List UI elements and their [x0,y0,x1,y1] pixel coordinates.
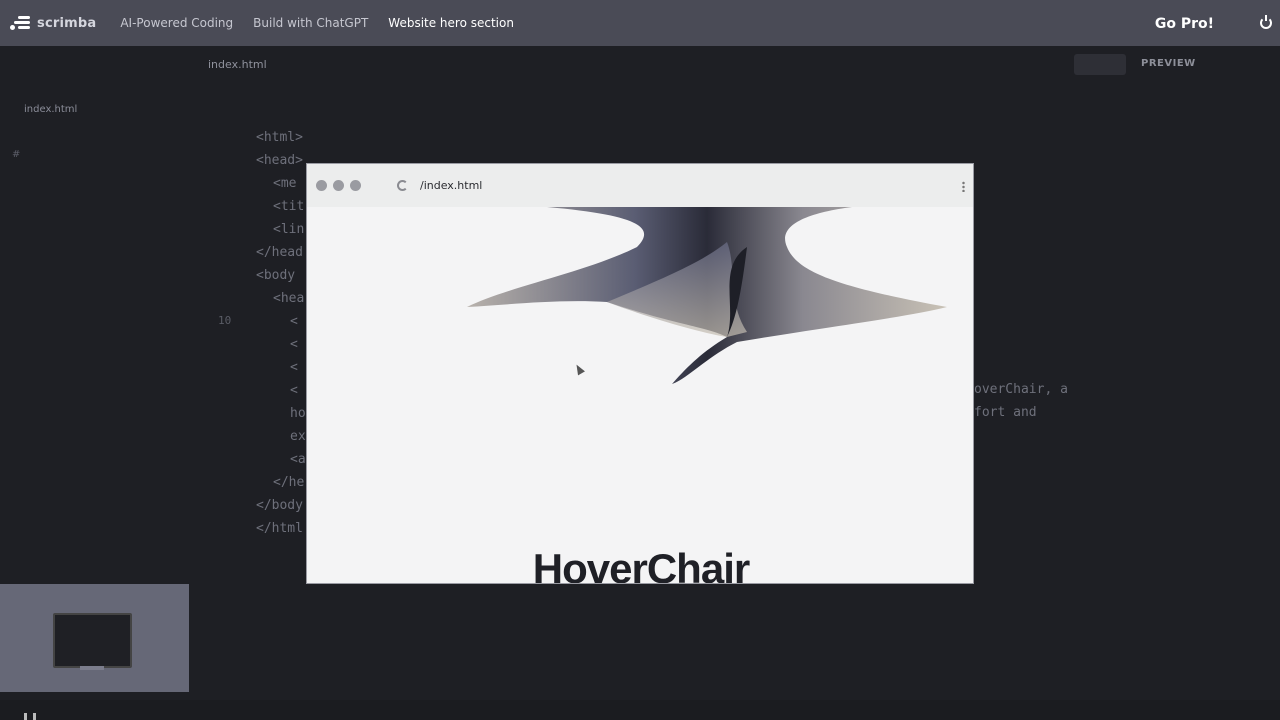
hash-label: # [12,149,21,160]
code-line: </head [256,245,303,260]
bottom-toolbar [0,700,1280,720]
layout-toggle-icon[interactable] [24,713,36,720]
breadcrumb: AI-Powered Coding Build with ChatGPT Web… [110,16,524,30]
power-icon[interactable] [1260,15,1272,29]
code-line: < [290,314,298,329]
maximize-dot-icon[interactable] [350,180,361,191]
run-button[interactable] [1074,54,1126,75]
kebab-icon[interactable] [962,181,965,192]
code-line: <head> [256,153,303,168]
go-pro-button[interactable]: Go Pro! [1155,16,1214,32]
reload-icon[interactable] [397,180,408,191]
hover-chair-image [467,207,947,384]
code-line: <a [290,452,306,467]
preview-window: /index.html HoverChair [306,163,974,584]
file-sidebar: index.html # [0,46,190,584]
preview-url[interactable]: /index.html [420,179,482,192]
breadcrumb-current[interactable]: Website hero section [378,16,524,30]
code-line: <me [273,176,297,191]
code-line: <lin [273,222,305,237]
code-line: <tit [273,199,305,214]
code-overflow-text: fort and [974,405,1037,420]
preview-button[interactable]: PREVIEW [1141,58,1196,69]
code-line: < [290,337,298,352]
code-line: ho [290,406,306,421]
breadcrumb-item[interactable]: Build with ChatGPT [243,16,378,30]
breadcrumb-item[interactable]: AI-Powered Coding [110,16,243,30]
editor-tab-index[interactable]: index.html [208,58,267,71]
code-line: </he [273,475,305,490]
sidebar-file-index[interactable]: index.html [24,104,77,115]
code-overflow-text: overChair, a [974,382,1068,397]
preview-url-bar: /index.html [307,164,973,207]
code-line: <hea [273,291,305,306]
webcam-thumbnail[interactable] [0,584,189,692]
close-dot-icon[interactable] [316,180,327,191]
code-line: <body [256,268,296,283]
monitor-stand [80,666,104,670]
brand-name: scrimba [37,15,97,31]
code-line: <html> [256,130,303,145]
brand[interactable]: scrimba [8,15,96,31]
minimize-dot-icon[interactable] [333,180,344,191]
line-number: 10 [218,314,232,327]
top-navbar: scrimba AI-Powered Coding Build with Cha… [0,0,1280,46]
code-line: </html [256,521,303,536]
hero-title: HoverChair [532,545,750,584]
monitor-image [53,613,132,668]
scrimba-logo-icon [8,15,30,31]
code-line: < [290,383,298,398]
code-line: </body [256,498,303,513]
code-line: < [290,360,298,375]
code-line: ex [290,429,306,444]
window-controls [316,180,361,191]
